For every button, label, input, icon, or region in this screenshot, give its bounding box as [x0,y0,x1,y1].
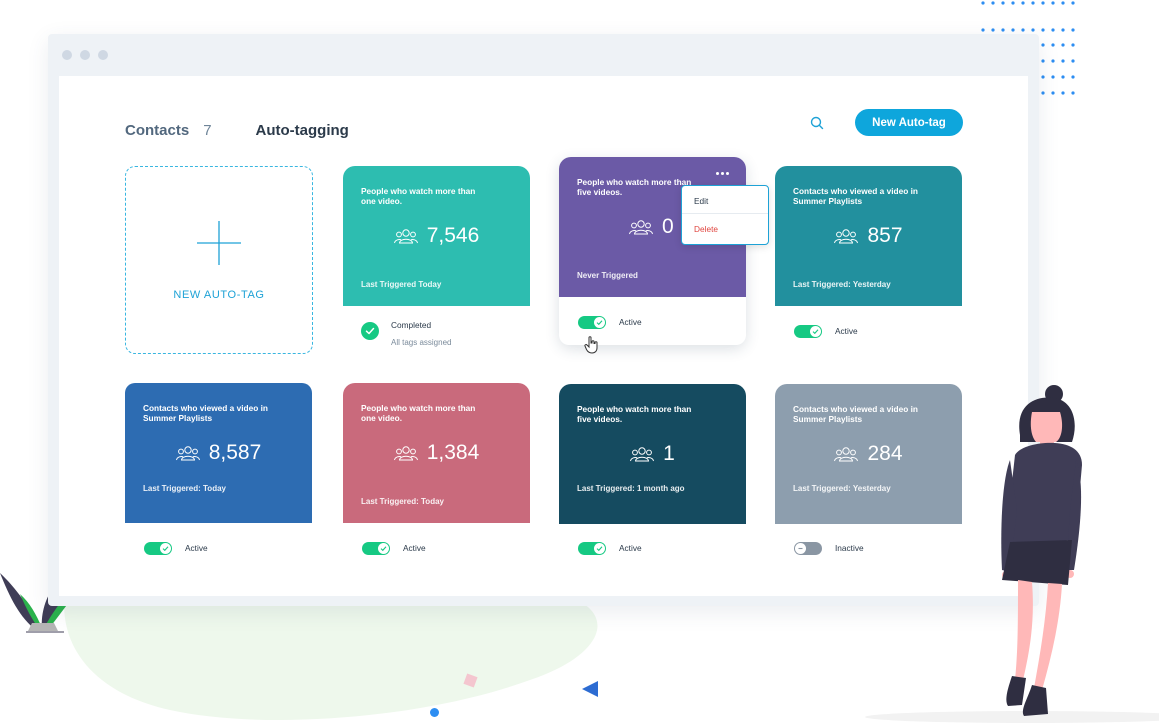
tag-card-count: 1,384 [426,441,480,464]
contacts-group-icon [630,447,655,462]
toggle-label: Active [835,326,858,336]
tag-card-count: 0 [662,215,674,238]
tag-card-stat: 1,384 [343,441,530,465]
tag-card-count: 1 [663,442,675,465]
tag-card-title: People who watch more than one video. [361,403,476,423]
tag-card[interactable]: People who watch more than one video. 1,… [343,383,530,567]
tag-card-header: People who watch more than one video. 1,… [343,383,530,523]
inactive-toggle[interactable] [794,542,822,555]
toggle-label: Active [403,543,426,553]
active-toggle[interactable] [794,325,822,338]
tag-card-title: Contacts who viewed a video in Summer Pl… [143,403,268,423]
page-nav: Contacts 7 Auto-tagging [125,122,349,139]
tag-card-title: People who watch more than five videos. [577,404,692,424]
tag-card[interactable]: People who watch more than five videos. … [559,384,746,568]
toggle-label: Active [619,543,642,553]
contacts-group-icon [175,446,200,461]
tag-card-header: Contacts who viewed a video in Summer Pl… [775,166,962,306]
new-auto-tag-label: NEW AUTO-TAG [173,289,265,301]
window-dot [80,50,90,60]
tag-card-count: 7,546 [426,224,480,247]
pointer-hand-icon [584,336,598,354]
tag-card-header: People who watch more than five videos. … [559,384,746,524]
nav-auto-tagging[interactable]: Auto-tagging [256,122,349,139]
tag-card-status: Active [775,306,962,350]
more-horizontal-icon[interactable] [716,169,732,177]
tag-card-status: Completed All tags assigned [343,306,530,350]
tag-card[interactable]: Contacts who viewed a video in Summer Pl… [125,383,312,567]
status-title: Completed [391,320,432,330]
tag-card[interactable]: People who watch more than one video. 7,… [343,166,530,350]
contacts-group-icon [629,220,653,235]
window-dot [98,50,108,60]
active-toggle[interactable] [578,316,606,329]
tag-card-header: People who watch more than five videos. … [559,157,769,297]
new-auto-tag-card[interactable]: NEW AUTO-TAG [125,166,313,354]
tag-card-title: Contacts who viewed a video in Summer Pl… [793,186,918,206]
active-toggle[interactable] [144,542,172,555]
nav-contacts[interactable]: Contacts [125,122,189,139]
contacts-group-icon [393,446,418,461]
tag-card-last-triggered: Last Triggered Today [361,280,442,289]
menu-edit[interactable]: Edit [694,196,708,206]
contacts-group-icon [834,229,859,244]
tag-card-stat: 8,587 [125,441,312,465]
tag-card-last-triggered: Last Triggered: Today [143,484,226,493]
tag-card-status: Active [343,523,530,567]
tag-card-stat: 857 [775,224,962,248]
blue-dot-decoration [430,708,439,717]
contacts-group-icon [834,447,859,462]
contacts-group-icon [393,229,418,244]
woman-illustration [865,385,1159,723]
tag-card-header: Contacts who viewed a video in Summer Pl… [125,383,312,523]
window-controls [62,50,108,60]
active-toggle[interactable] [578,542,606,555]
menu-divider [682,213,768,214]
new-auto-tag-button[interactable]: New Auto-tag [855,109,963,136]
active-toggle[interactable] [362,542,390,555]
contacts-count: 7 [203,122,212,139]
tag-card-count: 857 [867,224,903,247]
tag-card-status: Active [125,523,312,567]
card-context-menu: Edit Delete [681,185,769,245]
tag-card[interactable]: Contacts who viewed a video in Summer Pl… [775,166,962,350]
tag-card-last-triggered: Never Triggered [577,271,638,280]
tag-card-title: People who watch more than one video. [361,186,476,206]
window-dot [62,50,72,60]
tag-card-stat: 1 [559,442,746,466]
plus-icon [197,221,241,265]
tag-card-last-triggered: Last Triggered: 1 month ago [577,484,685,493]
tag-card-stat: 7,546 [343,224,530,248]
toggle-label: Active [619,317,642,327]
tag-card-header: People who watch more than one video. 7,… [343,166,530,306]
status-subtitle: All tags assigned [391,338,452,347]
tag-card-last-triggered: Last Triggered: Today [361,497,444,506]
tag-card[interactable]: People who watch more than five videos. … [559,157,769,345]
tag-card-count: 8,587 [208,441,262,464]
tag-card-last-triggered: Last Triggered: Yesterday [793,280,891,289]
search-icon[interactable] [808,114,826,132]
blue-triangle-decoration [582,681,598,697]
toggle-label: Active [185,543,208,553]
menu-delete[interactable]: Delete [694,224,718,234]
completed-check-icon [361,322,379,340]
tag-card-status: Active [559,524,746,568]
